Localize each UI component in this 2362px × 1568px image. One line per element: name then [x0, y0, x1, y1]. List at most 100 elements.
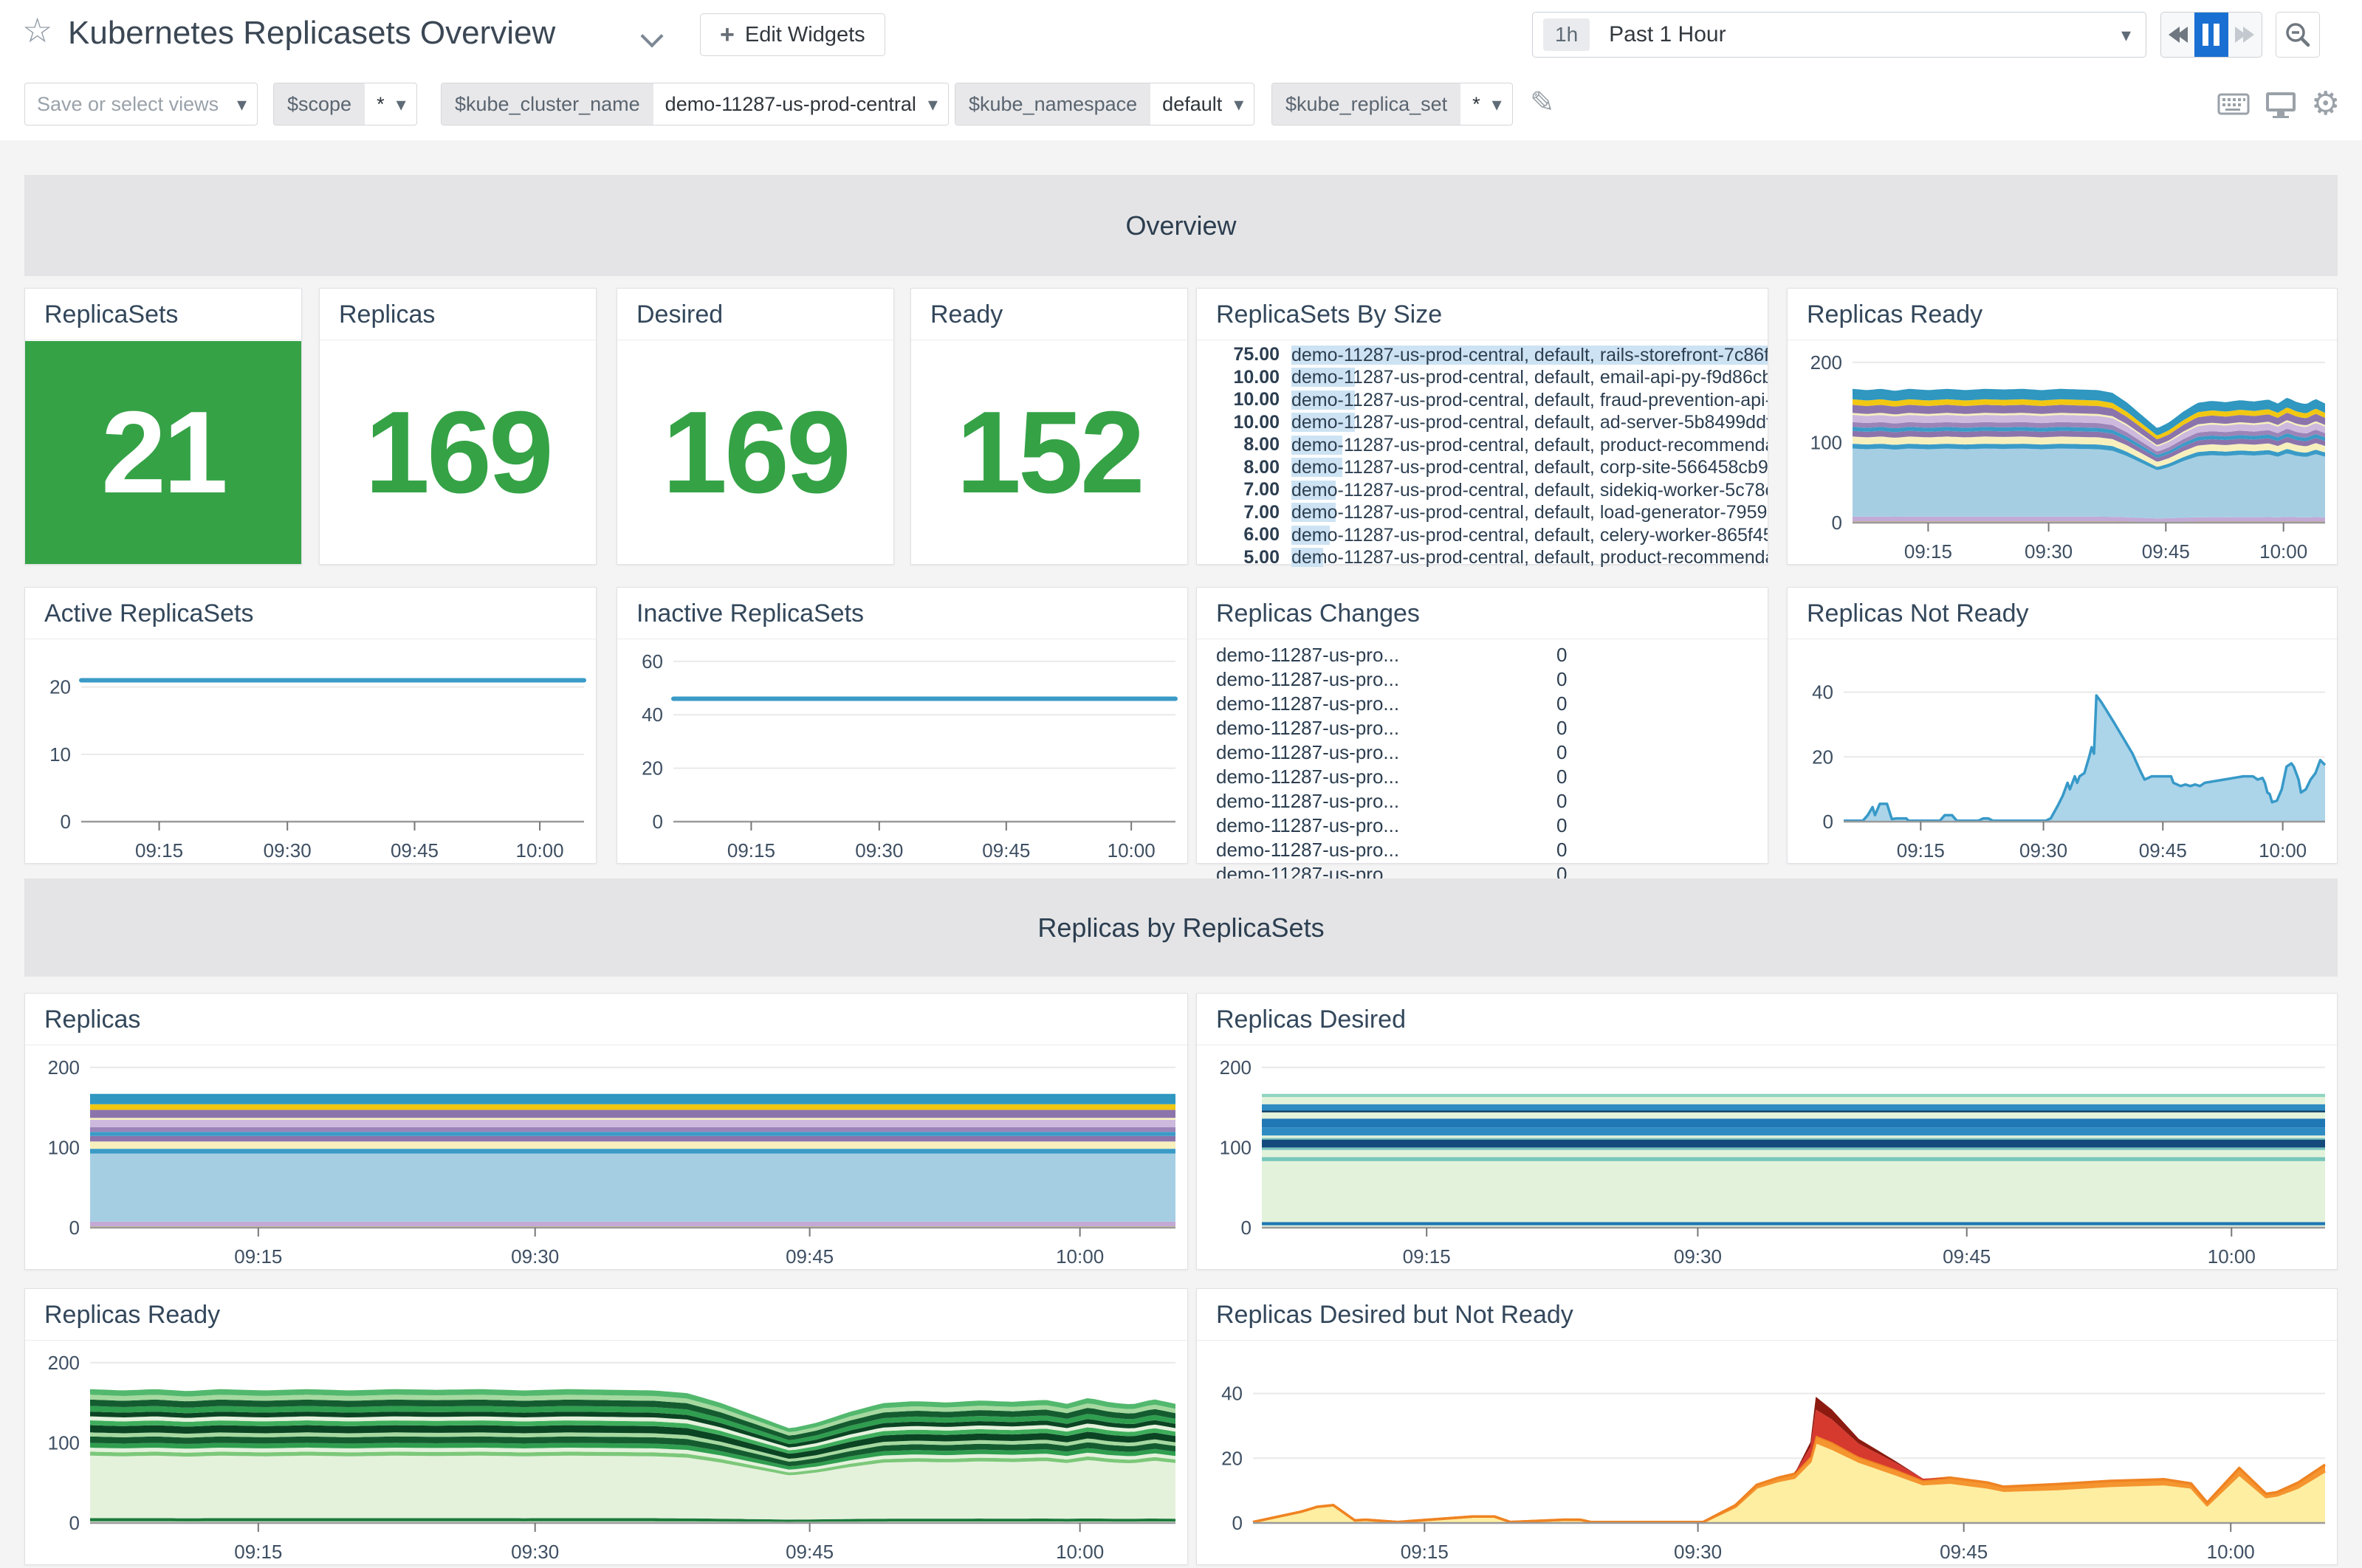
widget-title: Replicas Desired: [1197, 994, 2337, 1045]
svg-text:0: 0: [1832, 512, 1842, 534]
widget-ready-count[interactable]: Ready 152: [910, 288, 1188, 565]
svg-text:09:30: 09:30: [511, 1541, 559, 1563]
toplist-row[interactable]: 5.00demo-11287-us-prod-central, default,…: [1197, 546, 1768, 568]
toplist-row[interactable]: 7.00demo-11287-us-prod-central, default,…: [1197, 501, 1768, 523]
toplist-row[interactable]: 6.00demo-11287-us-prod-central, default,…: [1197, 524, 1768, 546]
settings-gear-icon[interactable]: ⚙: [2311, 87, 2345, 121]
toplist-row[interactable]: 8.00demo-11287-us-prod-central, default,…: [1197, 456, 1768, 478]
toplist-row[interactable]: 10.00demo-11287-us-prod-central, default…: [1197, 389, 1768, 411]
widget-replicasets-by-size[interactable]: ReplicaSets By Size 75.00demo-11287-us-p…: [1196, 288, 1768, 565]
toplist-row[interactable]: demo-11287-us-pro...0: [1197, 667, 1768, 692]
replicas-desired-chart[interactable]: 010020009:1509:3009:4510:00: [1197, 1046, 2337, 1269]
widget-title: Replicas: [320, 289, 596, 340]
chevron-down-icon: ▾: [396, 83, 416, 125]
widget-desired-count[interactable]: Desired 169: [617, 288, 894, 565]
replicas-desired-not-ready-chart[interactable]: 0204009:1509:3009:4510:00: [1197, 1341, 2337, 1564]
template-var-kube-cluster-name[interactable]: $kube_cluster_name demo-11287-us-prod-ce…: [441, 83, 949, 125]
template-var-kube-replica-set[interactable]: $kube_replica_set * ▾: [1271, 83, 1513, 125]
keyboard-shortcuts-icon[interactable]: [2217, 87, 2251, 121]
svg-text:100: 100: [48, 1136, 80, 1158]
toplist-row[interactable]: demo-11287-us-pro...0: [1197, 814, 1768, 838]
widget-replicasets-count[interactable]: ReplicaSets 21: [24, 288, 302, 565]
chevron-down-icon: ▾: [2121, 24, 2131, 47]
toplist-row[interactable]: demo-11287-us-pro...0: [1197, 838, 1768, 862]
widget-replicas-not-ready[interactable]: Replicas Not Ready 0204009:1509:3009:451…: [1787, 587, 2338, 864]
svg-text:100: 100: [1220, 1136, 1252, 1158]
replicas-value: 169: [365, 386, 551, 520]
time-backward-button[interactable]: [2161, 13, 2194, 57]
active-replicasets-chart[interactable]: 0102009:1509:3009:4510:00: [25, 640, 596, 863]
widget-title: Replicas Not Ready: [1788, 588, 2337, 639]
edit-variables-pencil-icon[interactable]: ✎: [1530, 86, 1555, 120]
toplist-row[interactable]: 8.00demo-11287-us-prod-central, default,…: [1197, 434, 1768, 456]
widget-inactive-replicasets[interactable]: Inactive ReplicaSets 020406009:1509:3009…: [617, 587, 1188, 864]
svg-text:20: 20: [1812, 746, 1833, 768]
rewind-icon: [2177, 27, 2188, 43]
svg-text:200: 200: [1810, 351, 1842, 374]
widget-replicas-stacked[interactable]: Replicas 010020009:1509:3009:4510:00: [24, 993, 1188, 1270]
widget-active-replicasets[interactable]: Active ReplicaSets 0102009:1509:3009:451…: [24, 587, 597, 864]
svg-text:09:15: 09:15: [1897, 839, 1945, 862]
toplist-row[interactable]: demo-11287-us-pro...0: [1197, 692, 1768, 716]
replicas-not-ready-chart[interactable]: 0204009:1509:3009:4510:00: [1788, 640, 2337, 863]
svg-text:20: 20: [642, 757, 663, 780]
svg-text:0: 0: [653, 811, 663, 833]
query-value-area: 21: [25, 341, 301, 564]
saved-views-placeholder: Save or select views: [37, 93, 219, 116]
pause-button[interactable]: [2194, 13, 2228, 57]
svg-text:0: 0: [69, 1512, 80, 1534]
svg-text:09:15: 09:15: [135, 839, 183, 862]
svg-text:20: 20: [1221, 1447, 1243, 1469]
widget-title: Replicas Ready: [1788, 289, 2337, 340]
widget-replicas-desired-not-ready[interactable]: Replicas Desired but Not Ready 0204009:1…: [1196, 1288, 2338, 1565]
svg-text:09:30: 09:30: [511, 1245, 559, 1268]
svg-text:0: 0: [1241, 1217, 1252, 1239]
toplist-row[interactable]: 10.00demo-11287-us-prod-central, default…: [1197, 366, 1768, 388]
zoom-out-button[interactable]: [2276, 12, 2320, 58]
query-value-area: 152: [911, 341, 1187, 564]
toplist-row[interactable]: demo-11287-us-pro...0: [1197, 716, 1768, 740]
widget-replicas-ready-green[interactable]: Replicas Ready 010020009:1509:3009:4510:…: [24, 1288, 1188, 1565]
toplist-row[interactable]: 10.00demo-11287-us-prod-central, default…: [1197, 411, 1768, 433]
saved-views-select[interactable]: Save or select views ▾: [24, 83, 258, 125]
template-var-scope[interactable]: $scope * ▾: [273, 83, 417, 125]
widget-replicas-ready-small[interactable]: Replicas Ready 010020009:1509:3009:4510:…: [1787, 288, 2338, 565]
toplist-row[interactable]: 7.00demo-11287-us-prod-central, default,…: [1197, 479, 1768, 501]
ready-value: 152: [956, 386, 1142, 520]
widget-replicas-desired[interactable]: Replicas Desired 010020009:1509:3009:451…: [1196, 993, 2338, 1270]
title-chevron-down-icon[interactable]: [640, 24, 663, 47]
replicas-ready-chart[interactable]: 010020009:1509:3009:4510:00: [1788, 341, 2337, 564]
inactive-replicasets-chart[interactable]: 020406009:1509:3009:4510:00: [617, 640, 1187, 863]
toplist-row[interactable]: demo-11287-us-pro...0: [1197, 789, 1768, 814]
svg-text:09:30: 09:30: [1674, 1541, 1722, 1563]
time-forward-button[interactable]: [2228, 13, 2262, 57]
favorite-star-icon[interactable]: ☆: [22, 13, 52, 47]
widget-title: Replicas: [25, 994, 1187, 1045]
svg-text:0: 0: [69, 1217, 80, 1239]
svg-text:09:45: 09:45: [391, 839, 439, 862]
svg-text:09:45: 09:45: [786, 1245, 834, 1268]
time-range-selector[interactable]: 1h Past 1 Hour ▾: [1532, 12, 2146, 58]
svg-text:09:15: 09:15: [234, 1245, 282, 1268]
toplist-row[interactable]: demo-11287-us-pro...0: [1197, 740, 1768, 765]
widget-title: Replicas Changes: [1197, 588, 1768, 639]
replicas-stacked-chart[interactable]: 010020009:1509:3009:4510:00: [25, 1046, 1187, 1269]
section-replicas-by-replicasets: Replicas by ReplicaSets: [24, 878, 2338, 977]
widget-replicas-count[interactable]: Replicas 169: [319, 288, 597, 565]
template-var-kube-namespace[interactable]: $kube_namespace default ▾: [955, 83, 1254, 125]
toplist-row[interactable]: demo-11287-us-pro...0: [1197, 643, 1768, 667]
svg-text:60: 60: [642, 650, 663, 673]
svg-text:09:15: 09:15: [234, 1541, 282, 1563]
chevron-down-icon: ▾: [1492, 83, 1512, 125]
toplist-row[interactable]: 75.00demo-11287-us-prod-central, default…: [1197, 344, 1768, 366]
svg-text:200: 200: [1220, 1056, 1252, 1079]
toplist-body: 75.00demo-11287-us-prod-central, default…: [1197, 341, 1768, 564]
pause-icon: [2203, 24, 2219, 46]
edit-widgets-button[interactable]: + Edit Widgets: [700, 13, 885, 56]
replicas-ready-green-chart[interactable]: 010020009:1509:3009:4510:00: [25, 1341, 1187, 1564]
svg-text:09:45: 09:45: [982, 839, 1030, 862]
svg-text:09:15: 09:15: [1904, 540, 1952, 563]
widget-replicas-changes[interactable]: Replicas Changes demo-11287-us-pro...0 d…: [1196, 587, 1768, 864]
toplist-row[interactable]: demo-11287-us-pro...0: [1197, 765, 1768, 789]
tv-mode-icon[interactable]: [2264, 87, 2298, 121]
